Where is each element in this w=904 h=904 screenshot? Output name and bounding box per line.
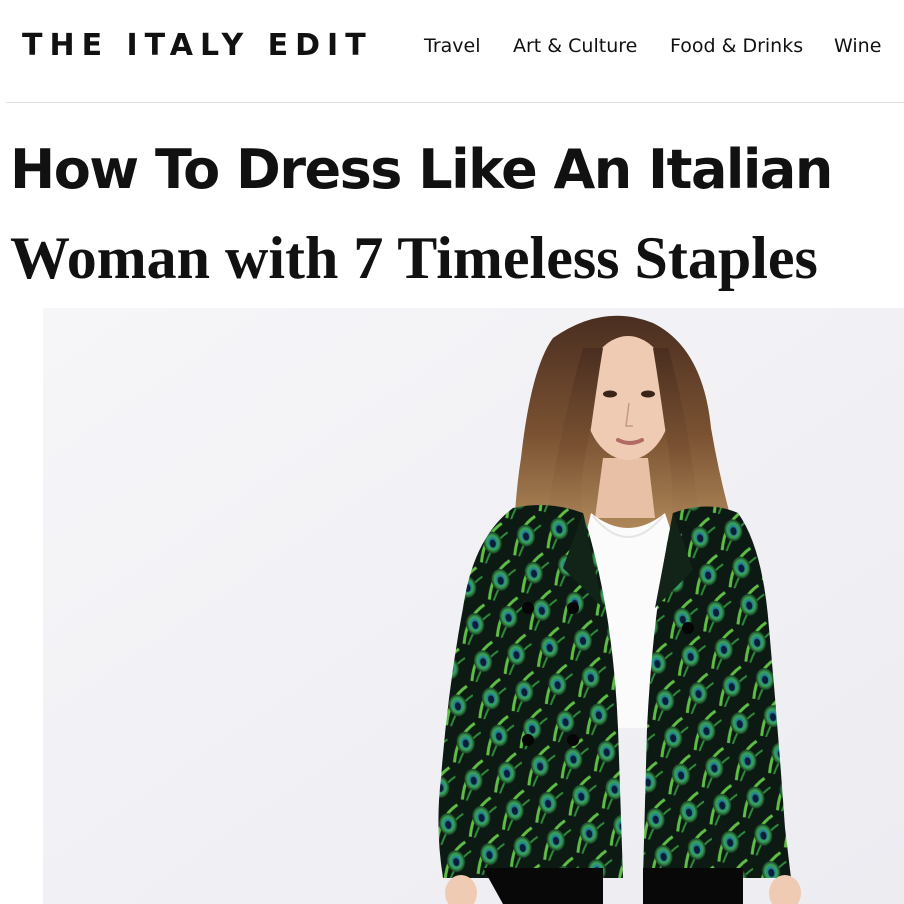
nav-item-travel[interactable]: Travel [424,33,480,59]
nav-item-food-drinks[interactable]: Food & Drinks [670,33,803,59]
article-title-line-1: How To Dress Like An Italian [10,138,833,201]
nav-item-wine[interactable]: Wine [834,33,881,59]
nav-item-art-culture[interactable]: Art & Culture [513,33,637,59]
hero-image [43,308,904,904]
site-header: THE ITALY EDIT Travel Art & Culture Food… [0,0,904,102]
article-title-line-2: Woman with 7 Timeless Staples [10,225,818,291]
header-divider [6,102,904,103]
hero-illustration [43,308,904,904]
site-logo[interactable]: THE ITALY EDIT [22,26,373,66]
